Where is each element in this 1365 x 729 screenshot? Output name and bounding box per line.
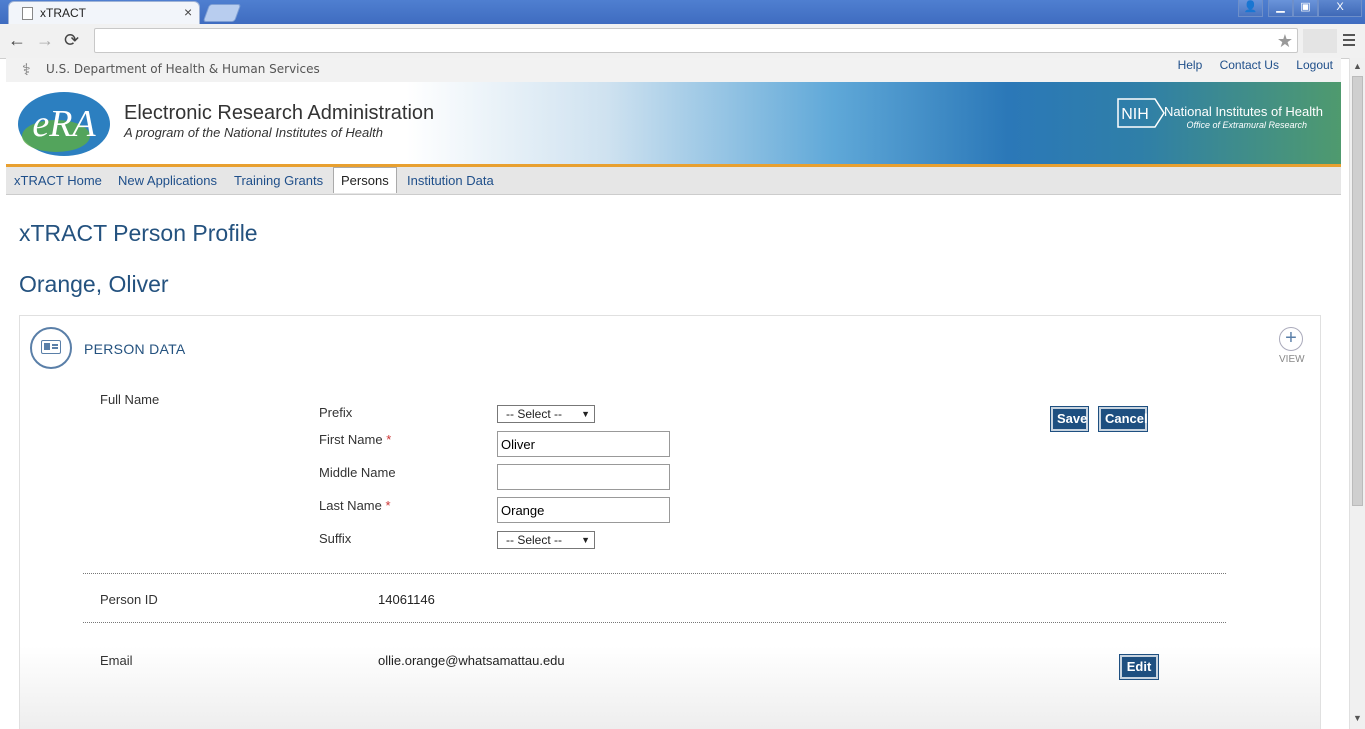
panel-title: PERSON DATA (84, 341, 186, 357)
dropdown-arrow-icon: ▼ (581, 409, 590, 419)
nav-new-applications[interactable]: New Applications (118, 173, 217, 188)
save-button[interactable]: Save (1050, 406, 1089, 432)
scroll-down-icon[interactable]: ▼ (1353, 713, 1362, 723)
first-name-label-text: First Name (319, 432, 383, 447)
suffix-select[interactable]: -- Select -- ▼ (497, 531, 595, 549)
banner-title: Electronic Research Administration (124, 102, 435, 124)
required-mark: * (385, 498, 391, 513)
person-name-heading: Orange, Oliver (19, 271, 169, 297)
last-name-label-text: Last Name (319, 498, 382, 513)
section-divider (83, 573, 1226, 574)
back-arrow-icon[interactable]: ← (8, 30, 26, 51)
nih-badge-text: NIH (1121, 106, 1149, 123)
banner-subtitle: A program of the National Institutes of … (124, 125, 383, 140)
email-value: ollie.orange@whatsamattau.edu (378, 653, 565, 668)
nav-training-grants[interactable]: Training Grants (234, 173, 323, 188)
scroll-up-icon[interactable]: ▲ (1353, 61, 1362, 71)
prefix-select-value: -- Select -- (506, 407, 563, 421)
browser-toolbar: ← → ⟳ ★ (0, 24, 1365, 59)
era-banner: eRA Electronic Research Administration A… (6, 82, 1341, 166)
page-title: xTRACT Person Profile (19, 220, 258, 246)
logout-link[interactable]: Logout (1296, 58, 1333, 72)
suffix-label: Suffix (319, 531, 352, 546)
person-data-panel: PERSON DATA + VIEW Full Name Prefix -- S… (19, 315, 1321, 729)
first-name-label: First Name * (319, 432, 391, 447)
hhs-eagle-icon: ⚕ (22, 62, 31, 79)
first-name-input[interactable] (497, 431, 670, 457)
maximize-button[interactable]: ▣ (1293, 0, 1318, 17)
bookmark-star-icon[interactable]: ★ (1277, 31, 1293, 52)
close-tab-icon[interactable]: × (184, 4, 192, 20)
page-scrollbar[interactable]: ▲ ▼ (1349, 58, 1365, 729)
nih-subtitle: Office of Extramural Research (1186, 120, 1307, 130)
dropdown-arrow-icon: ▼ (581, 535, 590, 545)
minimize-button[interactable]: ▁ (1268, 0, 1293, 17)
section-divider (83, 622, 1226, 623)
new-tab-button[interactable] (202, 4, 242, 22)
address-bar[interactable]: ★ (94, 28, 1298, 53)
prefix-select[interactable]: -- Select -- ▼ (497, 405, 595, 423)
email-label: Email (100, 653, 133, 668)
person-id-value: 14061146 (378, 592, 435, 607)
browser-titlebar: xTRACT × 👤 ▁ ▣ X (0, 0, 1365, 24)
full-name-label: Full Name (100, 392, 160, 407)
last-name-label: Last Name * (319, 498, 391, 513)
reload-icon[interactable]: ⟳ (64, 30, 79, 51)
edit-email-button[interactable]: Edit (1119, 654, 1159, 680)
help-link[interactable]: Help (1178, 58, 1203, 72)
view-label[interactable]: VIEW (1279, 354, 1305, 365)
era-logo: eRA (18, 92, 110, 156)
nih-name: National Institutes of Health (1164, 104, 1323, 119)
extension-area (1303, 29, 1337, 53)
forward-arrow-icon[interactable]: → (36, 30, 54, 51)
browser-menu-icon[interactable] (1343, 34, 1355, 49)
last-name-input[interactable] (497, 497, 670, 523)
middle-name-input[interactable] (497, 464, 670, 490)
nav-persons[interactable]: Persons (333, 167, 397, 193)
person-id-label: Person ID (100, 592, 158, 607)
id-card-icon (30, 327, 72, 369)
required-mark: * (386, 432, 392, 447)
close-window-button[interactable]: X (1318, 0, 1362, 17)
cancel-button[interactable]: Cancel (1098, 406, 1148, 432)
scroll-thumb[interactable] (1352, 76, 1363, 506)
nav-institution-data[interactable]: Institution Data (407, 173, 494, 188)
plus-icon[interactable]: + (1279, 327, 1303, 351)
suffix-select-value: -- Select -- (506, 533, 563, 547)
era-logo-text: eRA (32, 103, 96, 145)
browser-tab[interactable]: xTRACT × (8, 1, 200, 24)
prefix-label: Prefix (319, 405, 353, 420)
user-icon[interactable]: 👤 (1238, 0, 1263, 17)
page-icon (22, 7, 33, 20)
nav-xtract-home[interactable]: xTRACT Home (14, 173, 102, 188)
contact-us-link[interactable]: Contact Us (1220, 58, 1279, 72)
top-links: Help Contact Us Logout (1164, 58, 1333, 72)
hhs-bar: ⚕ U.S. Department of Health & Human Serv… (6, 58, 1341, 82)
nih-logo: NIH (1117, 98, 1165, 128)
tab-title: xTRACT (40, 6, 86, 20)
hhs-text: U.S. Department of Health & Human Servic… (46, 62, 320, 76)
middle-name-label: Middle Name (319, 465, 396, 480)
main-nav: xTRACT Home New Applications Training Gr… (6, 167, 1341, 195)
